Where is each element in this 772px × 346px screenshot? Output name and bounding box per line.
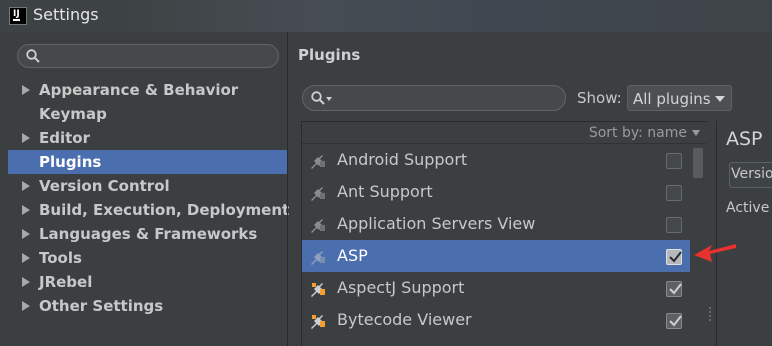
expand-arrow-icon[interactable] <box>22 253 30 263</box>
plugin-search-input[interactable] <box>302 85 566 111</box>
title-bar: IJ Settings <box>0 0 772 32</box>
enable-checkbox[interactable] <box>666 217 682 233</box>
expand-arrow-icon[interactable] <box>22 205 30 215</box>
sidebar-item-label: Other Settings <box>39 297 164 315</box>
chevron-down-icon <box>715 96 725 102</box>
annotation-arrow-icon <box>694 244 736 262</box>
show-filter-label: Show: <box>577 89 622 107</box>
checkmark-icon <box>669 251 682 263</box>
expand-arrow-icon[interactable] <box>22 133 30 143</box>
enable-checkbox[interactable] <box>666 313 682 329</box>
expand-arrow-icon[interactable] <box>22 277 30 287</box>
plugin-name: Application Servers View <box>337 214 536 233</box>
plugin-version-box: Version <box>729 162 772 188</box>
plugin-name: ASP <box>337 246 368 265</box>
sort-caret-icon[interactable] <box>692 130 700 136</box>
plugin-name: AspectJ Support <box>337 278 465 297</box>
checkmark-icon <box>669 283 682 295</box>
enable-checkbox[interactable] <box>666 185 682 201</box>
sidebar-item-build-execution-deployment[interactable]: Build, Execution, Deployment <box>8 198 290 222</box>
plugin-name: Ant Support <box>337 182 433 201</box>
expand-arrow-icon[interactable] <box>22 181 30 191</box>
page-title: Plugins <box>298 46 361 64</box>
sidebar-item-label: Plugins <box>39 153 102 171</box>
plugin-icon <box>311 187 325 201</box>
plugin-row-android-support[interactable]: Android Support <box>302 144 690 176</box>
plugin-version-label: Version <box>731 166 772 182</box>
sidebar-item-label: Keymap <box>39 105 107 123</box>
enable-checkbox[interactable] <box>666 249 682 265</box>
sidebar-item-plugins[interactable]: Plugins <box>8 150 287 174</box>
expand-arrow-icon[interactable] <box>22 301 30 311</box>
plugin-icon <box>311 315 325 329</box>
sidebar-item-other-settings[interactable]: Other Settings <box>8 294 287 318</box>
plugin-detail-panel: ASP Version Active S <box>716 121 772 346</box>
sidebar-item-keymap[interactable]: Keymap <box>8 102 287 126</box>
show-filter-dropdown[interactable]: All plugins <box>627 85 732 111</box>
intellij-app-icon: IJ <box>9 7 27 25</box>
plugin-name: Bytecode Viewer <box>337 310 472 329</box>
plugin-icon <box>311 251 325 265</box>
plugin-list: Sort by: name Android Support Ant Suppor… <box>301 121 707 346</box>
plugin-icon <box>311 219 325 233</box>
sidebar-item-tools[interactable]: Tools <box>8 246 287 270</box>
sidebar-item-label: Appearance & Behavior <box>39 81 239 99</box>
plugin-row-asp[interactable]: ASP <box>302 240 690 272</box>
sidebar-item-label: Languages & Frameworks <box>39 225 258 243</box>
search-options-icon[interactable] <box>311 91 333 105</box>
plugin-list-header: Sort by: name <box>302 122 706 144</box>
checkmark-icon <box>669 315 682 327</box>
enable-checkbox[interactable] <box>666 153 682 169</box>
sidebar-item-label: Editor <box>39 129 90 147</box>
plugin-row-aspectj-support[interactable]: AspectJ Support <box>302 272 690 304</box>
title-bar-background <box>120 0 772 32</box>
scrollbar-thumb[interactable] <box>693 148 703 178</box>
plugin-detail-title: ASP <box>726 128 763 150</box>
sidebar-item-label: Build, Execution, Deployment <box>39 201 290 219</box>
sidebar-item-jrebel[interactable]: JRebel <box>8 270 287 294</box>
show-filter-value: All plugins <box>633 90 711 108</box>
sidebar-item-label: JRebel <box>39 273 93 291</box>
plugin-name: Android Support <box>337 150 468 169</box>
window-title: Settings <box>33 5 99 24</box>
sidebar-item-appearance-behavior[interactable]: Appearance & Behavior <box>8 78 287 102</box>
sidebar-item-editor[interactable]: Editor <box>8 126 287 150</box>
enable-checkbox[interactable] <box>666 281 682 297</box>
sidebar-item-label: Tools <box>39 249 82 267</box>
search-icon <box>26 49 40 63</box>
settings-tree: Appearance & Behavior Keymap Editor Plug… <box>8 78 290 318</box>
plugin-row-bytecode-viewer[interactable]: Bytecode Viewer <box>302 304 690 336</box>
expand-arrow-icon[interactable] <box>22 85 30 95</box>
plugin-icon <box>311 283 325 297</box>
plugin-active-label: Active S <box>726 200 772 216</box>
expand-arrow-icon[interactable] <box>22 229 30 239</box>
sidebar-item-version-control[interactable]: Version Control <box>8 174 287 198</box>
panel-divider[interactable] <box>287 32 288 346</box>
settings-search-input[interactable] <box>17 44 279 68</box>
sidebar-item-label: Version Control <box>39 177 170 195</box>
sort-by-button[interactable]: Sort by: name <box>589 125 687 141</box>
splitter-grip-icon[interactable] <box>707 306 713 324</box>
plugin-row-application-servers-view[interactable]: Application Servers View <box>302 208 690 240</box>
plugin-row-ant-support[interactable]: Ant Support <box>302 176 690 208</box>
sidebar-item-languages-frameworks[interactable]: Languages & Frameworks <box>8 222 287 246</box>
settings-sidebar: Appearance & Behavior Keymap Editor Plug… <box>8 32 290 346</box>
plugin-icon <box>311 155 325 169</box>
